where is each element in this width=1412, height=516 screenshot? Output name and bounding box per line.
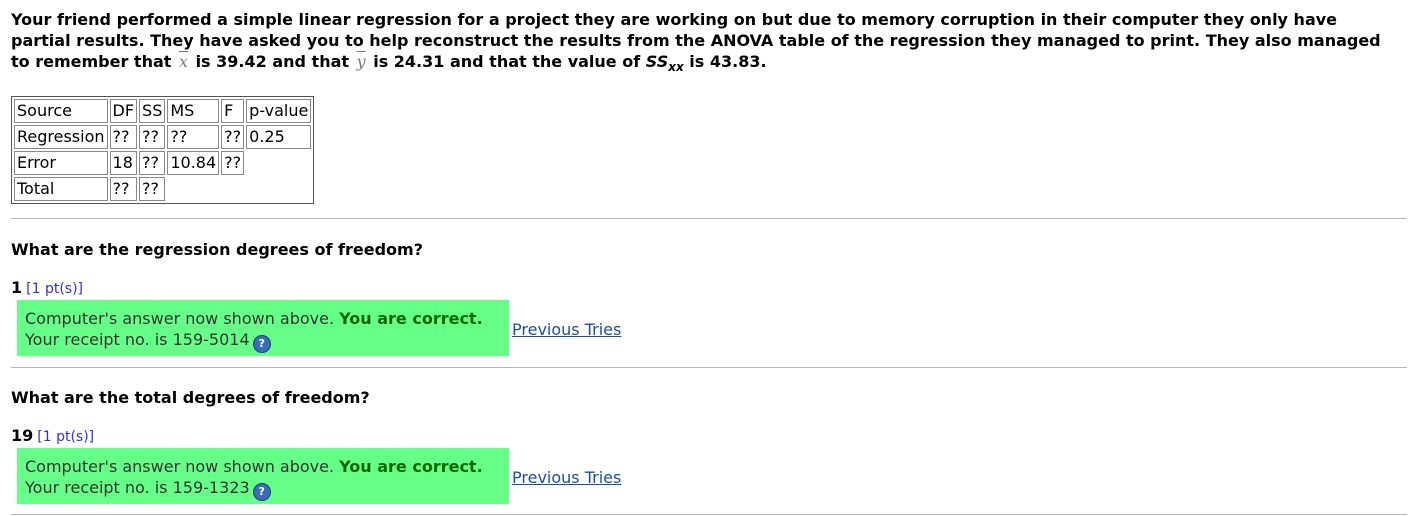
table-cell: ?? xyxy=(139,125,166,149)
table-cell: 0.25 xyxy=(246,125,312,149)
empty-cell xyxy=(246,177,311,201)
x-bar-symbol: x xyxy=(178,52,188,71)
previous-tries-link-2[interactable]: Previous Tries xyxy=(512,468,621,487)
intro-text-3: is 24.31 and that the value of xyxy=(367,52,646,71)
intro-text-4: is 43.83. xyxy=(683,52,767,71)
header-cell: p-value xyxy=(246,99,312,123)
problem-page: Your friend performed a simple linear re… xyxy=(0,0,1412,516)
feedback-text: Computer's answer now shown above. xyxy=(25,457,340,476)
receipt-text: Your receipt no. is 159-1323 xyxy=(25,478,250,497)
table-cell: ?? xyxy=(167,125,220,149)
anova-row-total: Total ?? ?? xyxy=(14,177,311,201)
empty-cell xyxy=(246,151,311,175)
divider xyxy=(11,218,1407,219)
empty-cell xyxy=(167,177,219,201)
table-cell: ?? xyxy=(109,125,138,149)
divider xyxy=(11,514,1407,515)
table-cell: Error xyxy=(14,151,108,175)
question-2-answer: 19 [1 pt(s)] xyxy=(11,426,94,445)
intro-text-2: is 39.42 and that xyxy=(190,52,355,71)
correct-status: You are correct. xyxy=(339,309,483,328)
divider xyxy=(11,367,1407,368)
anova-header-row: Source DF SS MS F p-value xyxy=(14,99,312,123)
table-cell: ?? xyxy=(221,151,245,175)
answer-value: 1 xyxy=(11,278,23,297)
help-icon[interactable]: ? xyxy=(252,335,271,353)
answer-value: 19 xyxy=(11,426,34,445)
header-cell: SS xyxy=(139,99,166,123)
table-cell: ?? xyxy=(109,177,138,201)
y-bar-symbol: y xyxy=(356,52,366,71)
feedback-text: Computer's answer now shown above. xyxy=(25,309,340,328)
table-cell: 18 xyxy=(109,151,138,175)
feedback-box-1: Computer's answer now shown above. You a… xyxy=(17,300,509,356)
header-cell: MS xyxy=(167,99,220,123)
anova-table: Source DF SS MS F p-value Regression ?? … xyxy=(11,96,315,204)
table-cell: ?? xyxy=(221,125,245,149)
table-cell: ?? xyxy=(139,151,166,175)
correct-status: You are correct. xyxy=(339,457,483,476)
help-icon[interactable]: ? xyxy=(252,483,271,501)
points-label: [1 pt(s)] xyxy=(37,429,95,445)
header-cell: Source xyxy=(14,99,108,123)
table-cell: Total xyxy=(14,177,108,201)
question-1-answer: 1 [1 pt(s)] xyxy=(11,278,83,297)
receipt-text: Your receipt no. is 159-5014 xyxy=(25,330,250,349)
previous-tries-link-1[interactable]: Previous Tries xyxy=(512,320,621,339)
question-2-prompt: What are the total degrees of freedom? xyxy=(11,388,370,407)
problem-statement: Your friend performed a simple linear re… xyxy=(11,9,1401,78)
header-cell: DF xyxy=(109,99,138,123)
anova-row-regression: Regression ?? ?? ?? ?? 0.25 xyxy=(14,125,312,149)
table-cell: ?? xyxy=(139,177,166,201)
feedback-box-2: Computer's answer now shown above. You a… xyxy=(17,448,509,504)
ss-label: SS xyxy=(645,52,669,71)
empty-cell xyxy=(221,177,244,201)
table-cell: Regression xyxy=(14,125,108,149)
ss-subscript: xx xyxy=(668,60,684,74)
points-label: [1 pt(s)] xyxy=(26,281,84,297)
question-1-prompt: What are the regression degrees of freed… xyxy=(11,240,423,259)
table-cell: 10.84 xyxy=(167,151,220,175)
anova-row-error: Error 18 ?? 10.84 ?? xyxy=(14,151,311,175)
header-cell: F xyxy=(221,99,245,123)
